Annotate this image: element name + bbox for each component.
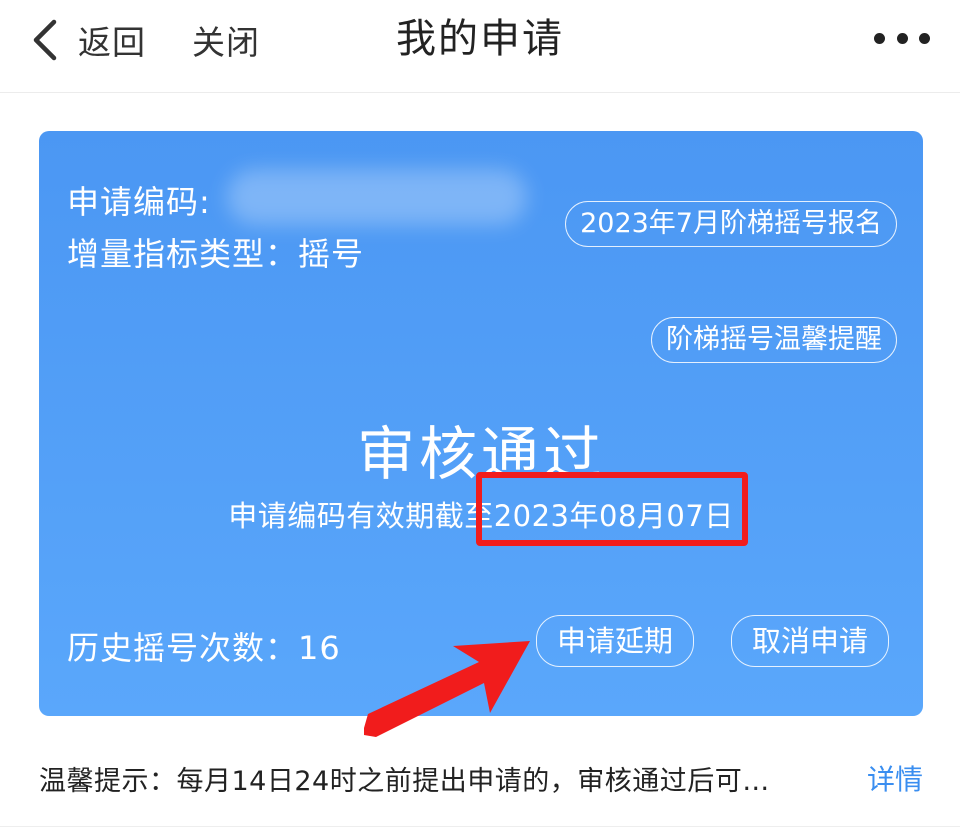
lottery-signup-button[interactable]: 2023年7月阶梯摇号报名	[565, 201, 897, 247]
application-card: 申请编码: 增量指标类型：摇号 2023年7月阶梯摇号报名 阶梯摇号温馨提醒 审…	[39, 131, 923, 716]
page-title: 我的申请	[396, 16, 564, 62]
dot	[896, 32, 908, 44]
dot	[919, 32, 930, 44]
dot	[874, 32, 885, 44]
divider	[0, 826, 960, 827]
more-dots-icon[interactable]	[874, 28, 930, 48]
apply-extension-button[interactable]: 申请延期	[536, 615, 695, 667]
code-validity-text: 申请编码有效期截至2023年08月07日	[228, 499, 734, 533]
details-link[interactable]: 详情	[867, 758, 923, 798]
application-code-label: 申请编码:	[67, 183, 211, 221]
tip-text: 温馨提示：每月14日24时之前提出申请的，审核通过后可…	[39, 765, 770, 797]
navigation-bar: 返回 关闭 我的申请	[0, 0, 960, 93]
lottery-reminder-button[interactable]: 阶梯摇号温馨提醒	[651, 317, 897, 363]
cancel-application-button[interactable]: 取消申请	[731, 615, 890, 667]
tip-row: 温馨提示：每月14日24时之前提出申请的，审核通过后可… 详情	[39, 756, 923, 800]
lottery-history-count: 历史摇号次数：16	[67, 629, 341, 667]
quota-type-text: 增量指标类型：摇号	[67, 235, 365, 273]
redacted-code-value	[227, 169, 527, 225]
review-status: 审核通过	[356, 420, 605, 488]
